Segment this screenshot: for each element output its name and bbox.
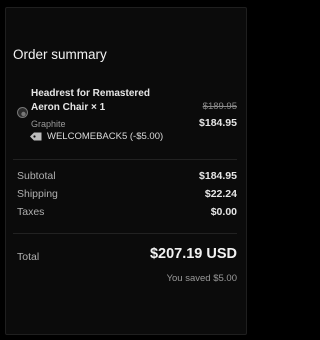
total-label: Total: [17, 251, 40, 263]
shipping-label: Shipping: [17, 188, 58, 200]
subtotal-value: $184.95: [199, 170, 237, 182]
total-value: $207.19 USD: [149, 246, 237, 262]
subtotal-label: Subtotal: [17, 170, 56, 182]
divider: [13, 233, 237, 234]
product-name: Headrest for Remastered Aeron Chair × 1: [31, 88, 150, 113]
discount-code: WELCOMEBACK5 (-$5.00): [29, 131, 163, 142]
original-price: $189.95: [202, 101, 237, 112]
checkout-frame: Order summary Headrest for Remastered Ae…: [0, 0, 250, 340]
savings-note: You saved $5.00: [166, 273, 237, 284]
item-price: $184.95: [199, 117, 237, 129]
discount-label: WELCOMEBACK5 (-$5.00): [47, 131, 164, 142]
taxes-value: $0.00: [210, 206, 237, 218]
order-summary-title: Order summary: [13, 47, 107, 62]
divider: [13, 159, 237, 160]
shipping-value: $22.24: [204, 188, 237, 200]
tag-icon: [30, 132, 42, 141]
product-thumbnail: [17, 107, 28, 118]
product-variant: Graphite: [31, 119, 66, 129]
taxes-label: Taxes: [17, 206, 45, 218]
